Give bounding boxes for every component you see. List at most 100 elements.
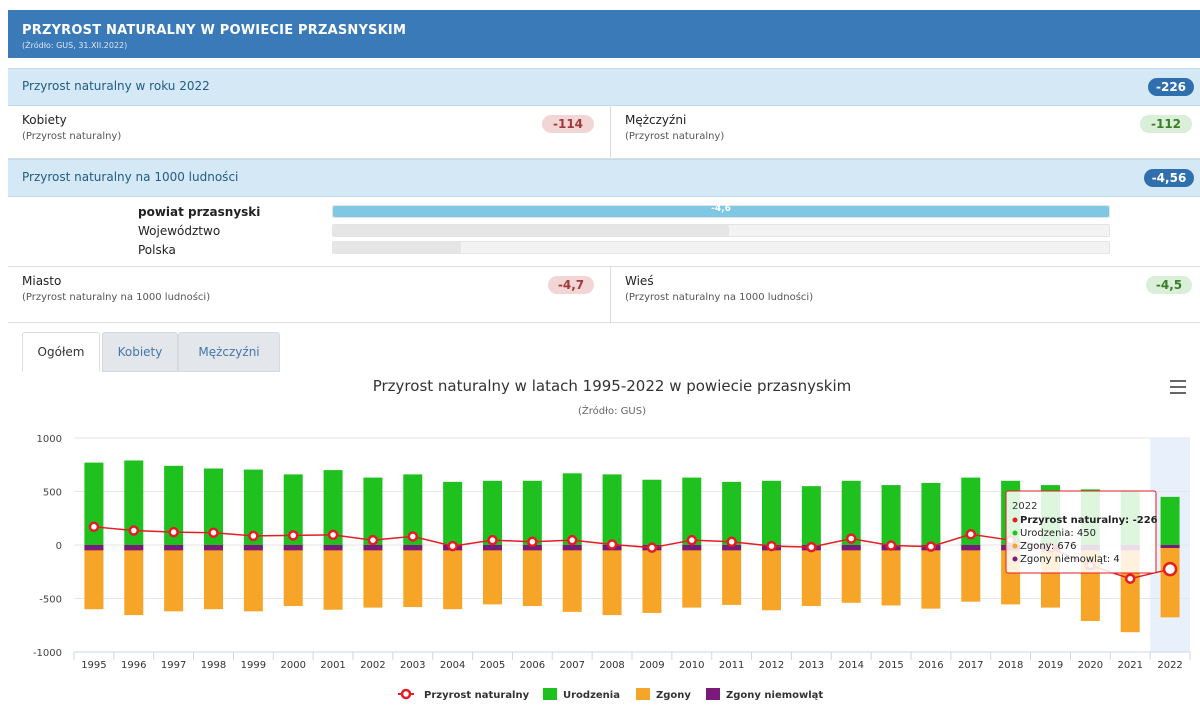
tooltip-dot — [1012, 517, 1018, 523]
x-tick-label: 2005 — [480, 660, 505, 671]
death-bar — [164, 545, 184, 612]
infant-death-bar — [164, 545, 184, 551]
tooltip-line: Zgony: 676 — [1020, 541, 1076, 552]
birth-bar — [1001, 480, 1021, 545]
infant-death-bar — [243, 545, 263, 551]
death-bar — [483, 545, 502, 605]
gender-row: Kobiety (Przyrost naturalny) -114 Mężczy… — [8, 106, 1200, 159]
birth-bar — [443, 481, 463, 545]
legend-swatch — [706, 688, 720, 700]
infant-death-bar — [1041, 545, 1060, 551]
infant-death-bar — [921, 545, 941, 551]
infant-death-bar — [602, 545, 622, 551]
legend-swatch — [543, 688, 557, 700]
women-label: Kobiety — [22, 113, 67, 127]
infant-death-bar — [403, 545, 423, 551]
tooltip-dot — [1012, 543, 1018, 549]
x-tick-label: 2013 — [799, 660, 824, 671]
net-growth-point — [686, 534, 698, 546]
birth-bar — [84, 462, 104, 545]
legend-label: Zgony niemowląt — [726, 690, 823, 701]
death-bar — [1041, 545, 1060, 608]
tooltip-year: 2022 — [1012, 501, 1037, 512]
birth-bar — [762, 480, 781, 545]
net-growth-point — [168, 526, 179, 538]
net-growth-point — [287, 530, 299, 541]
infant-death-bar — [801, 545, 821, 551]
village-label: Wieś — [625, 274, 654, 288]
death-bar — [1080, 545, 1100, 621]
death-bar — [801, 545, 821, 606]
x-tick-label: 2010 — [679, 660, 704, 671]
legend-label: Urodzenia — [563, 690, 620, 701]
death-bar — [881, 545, 901, 606]
infant-death-bar — [961, 545, 981, 551]
infant-death-bar — [642, 545, 662, 551]
death-bar — [642, 545, 662, 613]
infant-death-bar — [124, 545, 144, 551]
infant-death-bar — [363, 545, 383, 551]
x-tick-label: 2011 — [719, 660, 744, 671]
death-bar — [762, 545, 781, 611]
women-sub: (Przyrost naturalny) — [22, 131, 122, 142]
birth-bar — [403, 474, 423, 545]
tab-kobiety[interactable]: Kobiety — [102, 332, 178, 372]
tooltip-line: Przyrost naturalny: -226 — [1020, 515, 1158, 526]
birth-bar — [1041, 485, 1060, 545]
birth-bar — [243, 469, 263, 545]
x-tick-label: 2019 — [1038, 660, 1063, 671]
tooltip-line: Zgony niemowląt: 4 — [1020, 554, 1120, 565]
village-cell: Wieś (Przyrost naturalny na 1000 ludnośc… — [611, 267, 1200, 322]
summary-label: Przyrost naturalny w roku 2022 — [22, 79, 210, 93]
x-tick-label: 1995 — [81, 660, 106, 671]
death-bar — [84, 545, 104, 610]
comparison-track — [332, 241, 1110, 254]
x-tick-label: 2015 — [878, 660, 903, 671]
chart-menu-icon[interactable] — [1170, 380, 1186, 394]
x-tick-label: 1999 — [241, 660, 266, 671]
tooltip-box — [1005, 490, 1157, 574]
y-tick-label: 1000 — [37, 434, 62, 445]
birth-bar — [522, 480, 542, 545]
birth-bar — [801, 486, 821, 545]
x-tick-label: 2001 — [320, 660, 345, 671]
death-bar — [204, 545, 223, 610]
comparison-track: -4,6 — [332, 204, 1110, 218]
birth-bar — [124, 460, 144, 545]
chart-title: Przyrost naturalny w latach 1995-2022 w … — [373, 377, 852, 395]
tooltip-line: Urodzenia: 450 — [1020, 528, 1096, 539]
death-bar — [283, 545, 303, 606]
comparison-name: powiat przasnyski — [138, 205, 261, 219]
net-growth-point — [646, 542, 658, 553]
net-growth-point — [925, 541, 937, 552]
net-growth-point — [1045, 542, 1056, 553]
men-sub: (Przyrost naturalny) — [625, 131, 725, 142]
y-tick-label: -1000 — [33, 648, 62, 659]
tooltip-dot — [1012, 556, 1018, 562]
tab-ogolem[interactable]: Ogółem — [22, 332, 100, 372]
x-tick-label: 2016 — [918, 660, 943, 671]
death-bar — [1001, 545, 1021, 605]
infant-death-bar — [722, 545, 742, 551]
net-growth-point — [407, 531, 419, 542]
net-growth-point — [208, 527, 219, 538]
net-growth-point — [1005, 534, 1016, 546]
death-bar — [961, 545, 981, 602]
net-growth-point — [606, 539, 618, 550]
x-tick-label: 2002 — [360, 660, 385, 671]
birth-bar — [562, 473, 582, 545]
birth-bar — [1120, 491, 1140, 545]
x-tick-label: 2021 — [1117, 660, 1142, 671]
net-growth-point — [447, 540, 458, 552]
infant-death-bar — [762, 545, 781, 551]
page-header: PRZYROST NATURALNY W POWIECIE PRZASNYSKI… — [8, 10, 1200, 58]
infant-death-bar — [204, 545, 223, 551]
birth-bar — [841, 480, 861, 545]
x-tick-label: 2018 — [998, 660, 1023, 671]
birth-bar — [1160, 496, 1180, 545]
legend-marker — [400, 688, 412, 700]
infant-death-bar — [682, 545, 702, 551]
infant-death-bar — [1001, 545, 1021, 551]
highlight-band — [1150, 438, 1190, 652]
tab-mezczyzni[interactable]: Mężczyźni — [178, 332, 280, 372]
